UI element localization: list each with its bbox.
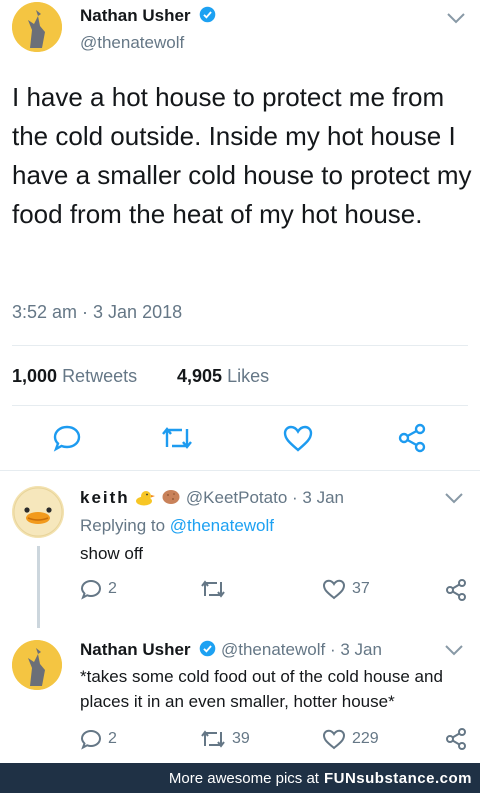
reply2-likes-count: 229	[352, 730, 379, 747]
reply1-retweet-action[interactable]	[200, 578, 232, 600]
reply2-author-name[interactable]: Nathan Usher	[80, 640, 191, 659]
tweet-timestamp[interactable]: 3:52 am · 3 Jan 2018	[12, 302, 182, 323]
reply1-like-action[interactable]: 37	[322, 578, 370, 600]
reply2-text: *takes some cold food out of the cold ho…	[80, 667, 443, 711]
divider	[12, 405, 468, 406]
reply1-reply-action[interactable]: 2	[80, 578, 117, 600]
divider	[0, 470, 480, 471]
share-icon[interactable]	[444, 578, 468, 602]
chevron-down-icon[interactable]	[444, 492, 464, 504]
verified-badge-icon	[199, 6, 216, 23]
likes-label: Likes	[227, 366, 270, 386]
thread-line	[37, 546, 40, 628]
likes-count: 4,905	[177, 366, 223, 386]
reply2-retweets-count: 39	[232, 730, 250, 747]
chick-emoji-icon	[136, 491, 156, 506]
reply2-time[interactable]: · 3 Jan	[330, 640, 382, 659]
replying-to-handle[interactable]: @thenatewolf	[170, 516, 274, 535]
like-heart-icon[interactable]	[282, 424, 314, 452]
divider	[12, 345, 468, 346]
wolf-avatar-icon	[12, 640, 62, 690]
replying-to-label: Replying to	[80, 516, 166, 535]
retweet-icon	[201, 580, 225, 598]
like-heart-icon	[322, 579, 346, 600]
retweets-stat[interactable]: 1,000 Retweets	[12, 366, 137, 387]
retweets-label: Retweets	[62, 366, 138, 386]
reply2-author-line: Nathan Usher @thenatewolf · 3 Jan	[80, 640, 382, 660]
reply1-replies-count: 2	[108, 580, 117, 597]
author-handle[interactable]: @thenatewolf	[80, 33, 184, 53]
reply1-author-line: keith @KeetPotato · 3 Jan	[80, 488, 344, 508]
avatar[interactable]	[12, 2, 62, 52]
author-name[interactable]: Nathan Usher	[80, 6, 191, 25]
reply2-author-handle[interactable]: @thenatewolf	[221, 640, 325, 659]
retweet-icon	[201, 730, 225, 748]
chevron-down-icon[interactable]	[446, 12, 466, 24]
footer-prefix: More awesome pics at	[168, 769, 319, 787]
author-line: Nathan Usher	[80, 6, 216, 26]
reply-icon[interactable]	[52, 423, 82, 453]
reply-icon	[80, 579, 102, 600]
reply1-likes-count: 37	[352, 580, 370, 597]
reply1-time[interactable]: · 3 Jan	[292, 488, 344, 507]
replying-to-line: Replying to @thenatewolf	[80, 513, 274, 538]
footer-brand[interactable]: FUNsubstance.com	[324, 770, 472, 787]
avatar[interactable]	[12, 486, 64, 538]
reply-icon	[80, 729, 102, 750]
avatar[interactable]	[12, 640, 62, 690]
reply2-retweet-action[interactable]: 39	[200, 728, 250, 750]
reply2-reply-action[interactable]: 2	[80, 728, 117, 750]
verified-badge-icon	[199, 640, 216, 657]
reply1-text: show off	[80, 544, 144, 563]
reply2-like-action[interactable]: 229	[322, 728, 379, 750]
tweet-text: I have a hot house to protect me from th…	[12, 82, 472, 229]
share-icon[interactable]	[444, 727, 468, 751]
duck-avatar-icon	[12, 486, 64, 538]
wolf-avatar-icon	[12, 2, 62, 52]
retweets-count: 1,000	[12, 366, 58, 386]
like-heart-icon	[322, 729, 346, 750]
chevron-down-icon[interactable]	[444, 644, 464, 656]
reply1-author-handle[interactable]: @KeetPotato	[186, 488, 287, 507]
share-icon[interactable]	[396, 422, 428, 454]
retweet-icon[interactable]	[160, 424, 194, 452]
likes-stat[interactable]: 4,905 Likes	[177, 366, 269, 387]
reply2-replies-count: 2	[108, 730, 117, 747]
watermark-footer: More awesome pics at FUNsubstance.com	[0, 763, 480, 793]
reply1-author-name[interactable]: keith	[80, 488, 130, 507]
potato-emoji-icon	[162, 490, 180, 504]
